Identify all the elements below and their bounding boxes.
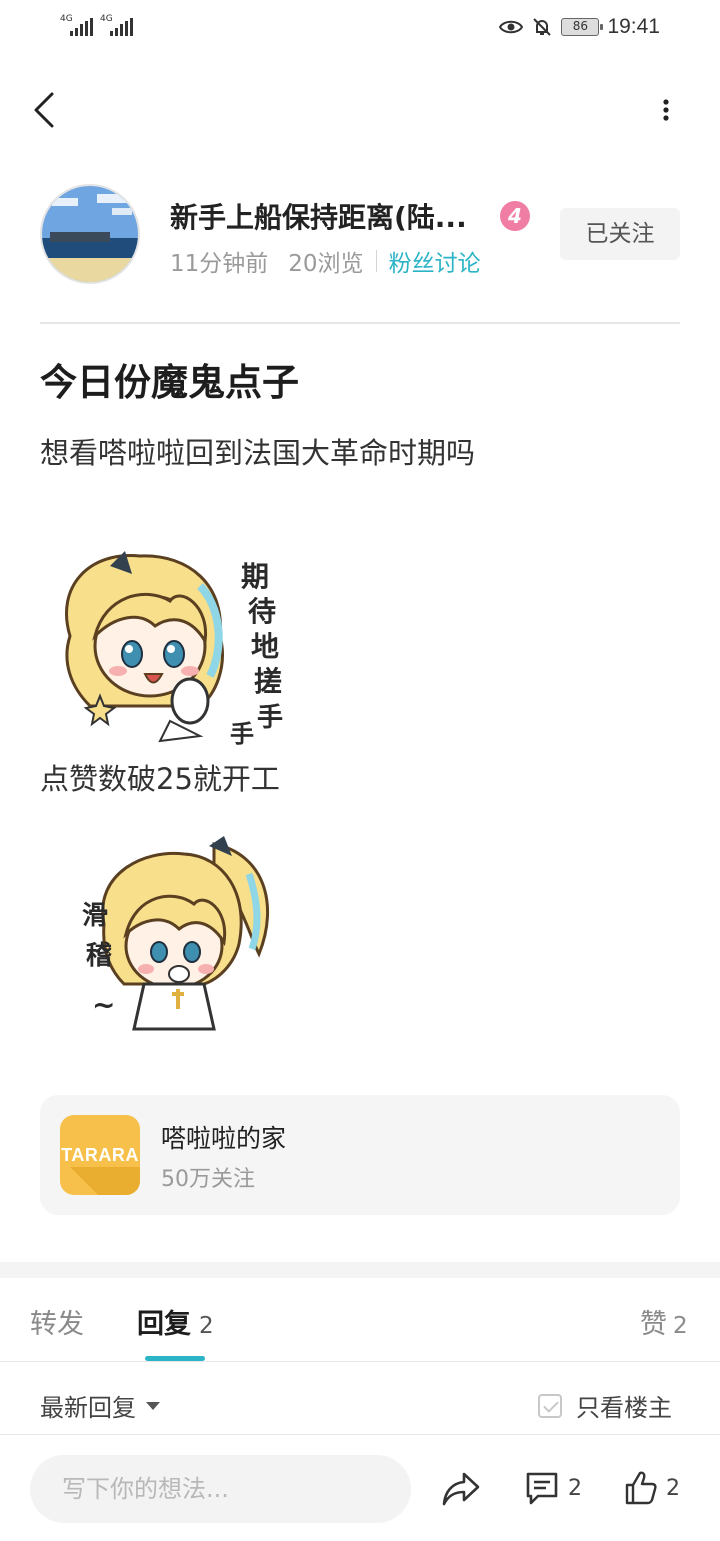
post-paragraph: 点赞数破25就开工 (40, 762, 280, 796)
post-title: 今日份魔鬼点子 (40, 361, 299, 404)
signal-bars-icon (70, 18, 93, 36)
user-level-badge: 4 (500, 201, 530, 231)
sticker-caption-6: 手 (230, 720, 254, 746)
signal-bars-icon (110, 18, 133, 36)
tab-reply[interactable]: 回复 2 (137, 1302, 214, 1341)
eye-icon (499, 20, 524, 34)
section-separator (0, 1262, 720, 1278)
board-name: 嗒啦啦的家 (161, 1124, 287, 1153)
signal-indicator-1: 4G (60, 14, 93, 36)
board-follower-count: 50万关注 (161, 1167, 255, 1192)
comments-button[interactable]: 2 (524, 1468, 582, 1508)
battery-indicator: 86 (561, 18, 604, 36)
like-button[interactable]: 2 (624, 1468, 680, 1508)
sticker-caption-2: 待 (248, 595, 276, 628)
clock: 19:41 (607, 15, 660, 38)
more-options-button[interactable] (648, 90, 684, 130)
checkbox-icon[interactable] (538, 1393, 562, 1418)
comment-icon (526, 1472, 558, 1505)
board-card[interactable]: TARARA 嗒啦啦的家 50万关注 (40, 1095, 680, 1215)
divider (0, 1434, 720, 1435)
divider (40, 322, 680, 324)
board-logo-text: TARARA (61, 1145, 139, 1165)
sort-label: 最新回复 (40, 1394, 136, 1422)
follow-button[interactable]: 已关注 (560, 208, 680, 260)
more-vertical-icon (663, 99, 669, 121)
avatar-image (42, 186, 138, 282)
bell-off-icon (533, 18, 552, 36)
anime-sticker-illustration: 期 待 地 搓 手 手 (65, 551, 283, 748)
post-meta: 11分钟前 20浏览 粉丝讨论 (170, 244, 481, 278)
author-avatar[interactable] (40, 184, 140, 284)
comments-count: 2 (568, 1475, 582, 1501)
meta-divider (375, 250, 377, 272)
sticker-caption-5: 手 (257, 703, 283, 733)
reply-count: 2 (199, 1313, 214, 1339)
tab-label: 转发 (30, 1309, 84, 1340)
author-name[interactable]: 新手上船保持距离(陆... (170, 196, 490, 236)
sticker-caption-2: 稽 (86, 941, 112, 971)
sticker-caption-3: 地 (251, 630, 279, 663)
share-button[interactable] (440, 1470, 482, 1508)
signal-indicator-2: 4G (100, 14, 133, 36)
share-arrow-icon (442, 1472, 480, 1506)
only-op-toggle[interactable]: 只看楼主 (538, 1388, 672, 1423)
board-logo: TARARA (60, 1115, 140, 1195)
anime-sticker-illustration: 滑 稽 ~ (82, 836, 270, 1031)
sticker-image-funny[interactable]: 滑 稽 ~ (64, 834, 284, 1034)
tab-like[interactable]: 赞2 (640, 1302, 688, 1341)
sort-dropdown[interactable]: 最新回复 (40, 1388, 160, 1423)
sticker-caption-1: 滑 (82, 901, 108, 931)
caret-down-icon (146, 1401, 160, 1410)
view-count: 20浏览 (288, 251, 364, 277)
chevron-left-icon (34, 92, 54, 128)
back-button[interactable] (26, 88, 66, 132)
sticker-caption-3: ~ (92, 988, 115, 1021)
tab-label: 赞 (640, 1309, 667, 1340)
status-right-group: 86 19:41 (499, 14, 660, 40)
sticker-caption-4: 搓 (254, 665, 282, 698)
sticker-image-rubbing-hands[interactable]: 期 待 地 搓 手 手 (50, 546, 290, 748)
status-bar: 4G 4G 86 19:41 (0, 0, 720, 54)
sticker-caption-1: 期 (241, 560, 269, 593)
post-detail-page: 4G 4G 86 19:41 新手上船保持距离(陆... 4 11分钟前 20浏… (0, 0, 720, 1541)
like-count: 2 (673, 1313, 688, 1339)
comment-input[interactable] (30, 1455, 411, 1523)
post-time: 11分钟前 (170, 251, 269, 277)
likes-count: 2 (666, 1475, 680, 1501)
tab-label: 回复 (137, 1309, 191, 1340)
thumbs-up-icon (625, 1471, 657, 1505)
tab-repost[interactable]: 转发 (30, 1302, 84, 1341)
only-op-label: 只看楼主 (576, 1394, 672, 1422)
post-paragraph: 想看嗒啦啦回到法国大革命时期吗 (40, 436, 476, 470)
board-link[interactable]: 粉丝讨论 (389, 244, 481, 278)
divider (0, 1361, 720, 1362)
